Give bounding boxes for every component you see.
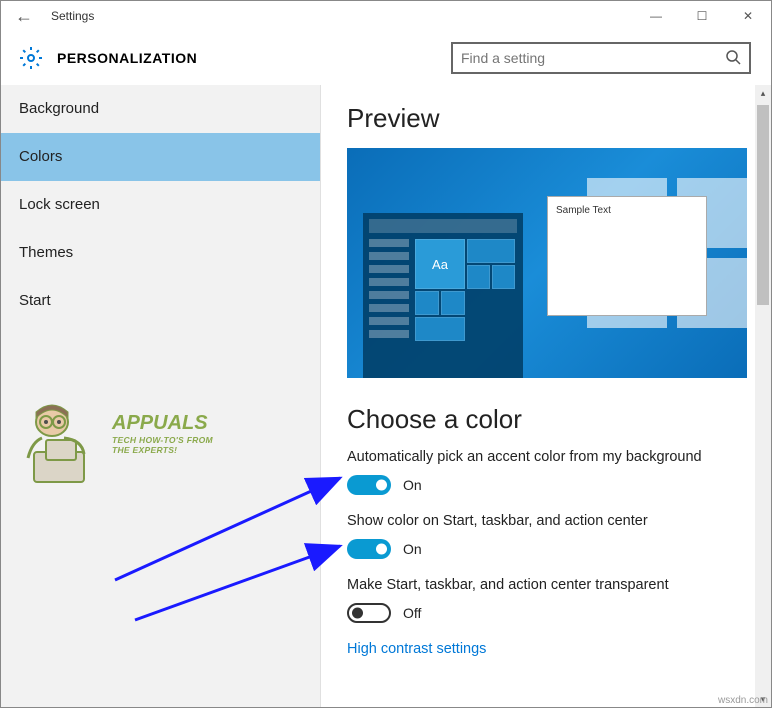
- appuals-watermark: APPUALS TECH HOW-TO'S FROM THE EXPERTS!: [12, 400, 222, 495]
- preview-thumbnail: Sample Text Aa: [347, 148, 747, 378]
- preview-tile: [415, 291, 439, 315]
- nav-background[interactable]: Background: [1, 85, 320, 133]
- toggle-state: Off: [403, 605, 421, 621]
- sample-text: Sample Text: [556, 205, 611, 216]
- watermark-subtitle: TECH HOW-TO'S FROM: [112, 435, 213, 445]
- gear-icon: [19, 46, 43, 70]
- settings-window: ← Settings — ☐ ✕ PERSONALIZATION Backgro…: [0, 0, 772, 708]
- maximize-button[interactable]: ☐: [679, 1, 725, 31]
- watermark-subtitle: THE EXPERTS!: [112, 445, 213, 455]
- close-button[interactable]: ✕: [725, 1, 771, 31]
- nav-themes[interactable]: Themes: [1, 229, 320, 277]
- nav-start[interactable]: Start: [1, 277, 320, 325]
- search-box[interactable]: [451, 42, 751, 74]
- preview-tile: [441, 291, 465, 315]
- scroll-up-icon[interactable]: ▴: [755, 85, 771, 101]
- search-icon: [725, 49, 741, 68]
- page-title: PERSONALIZATION: [57, 50, 451, 66]
- scrollbar-thumb[interactable]: [757, 105, 769, 305]
- toggle-state: On: [403, 541, 422, 557]
- window-title: Settings: [47, 9, 633, 23]
- search-input[interactable]: [461, 50, 725, 66]
- setting-auto-accent: Automatically pick an accent color from …: [347, 449, 745, 495]
- preview-heading: Preview: [347, 103, 745, 134]
- preview-start-menu: Aa: [363, 213, 523, 378]
- toggle-show-color[interactable]: [347, 539, 391, 559]
- setting-label: Show color on Start, taskbar, and action…: [347, 513, 745, 529]
- back-button[interactable]: ←: [1, 6, 47, 27]
- preview-app-list: [369, 239, 409, 343]
- setting-label: Make Start, taskbar, and action center t…: [347, 577, 745, 593]
- preview-tile: [467, 265, 490, 289]
- cartoon-person-icon: [12, 400, 107, 495]
- scrollbar[interactable]: ▴ ▾: [755, 85, 771, 707]
- setting-label: Automatically pick an accent color from …: [347, 449, 745, 465]
- choose-color-heading: Choose a color: [347, 404, 745, 435]
- preview-sample-window: Sample Text: [547, 196, 707, 316]
- minimize-button[interactable]: —: [633, 1, 679, 31]
- nav-lock-screen[interactable]: Lock screen: [1, 181, 320, 229]
- sidebar: Background Colors Lock screen Themes Sta…: [1, 85, 321, 707]
- high-contrast-link[interactable]: High contrast settings: [347, 641, 745, 657]
- toggle-transparent[interactable]: [347, 603, 391, 623]
- toggle-auto-accent[interactable]: [347, 475, 391, 495]
- preview-search-bar: [369, 219, 517, 233]
- image-credit: wsxdn.com: [718, 695, 768, 706]
- header: PERSONALIZATION: [1, 31, 771, 85]
- preview-tile: [467, 239, 515, 263]
- toggle-state: On: [403, 477, 422, 493]
- preview-tiles: Aa: [415, 239, 517, 372]
- preview-tile: [492, 265, 515, 289]
- setting-transparent: Make Start, taskbar, and action center t…: [347, 577, 745, 623]
- preview-tile-aa: Aa: [415, 239, 465, 289]
- content-pane: Preview Sample Text Aa: [321, 85, 771, 707]
- titlebar: ← Settings — ☐ ✕: [1, 1, 771, 31]
- nav-colors[interactable]: Colors: [1, 133, 320, 181]
- body: Background Colors Lock screen Themes Sta…: [1, 85, 771, 707]
- preview-tile: [415, 317, 465, 341]
- watermark-title: APPUALS: [112, 412, 213, 435]
- setting-show-color: Show color on Start, taskbar, and action…: [347, 513, 745, 559]
